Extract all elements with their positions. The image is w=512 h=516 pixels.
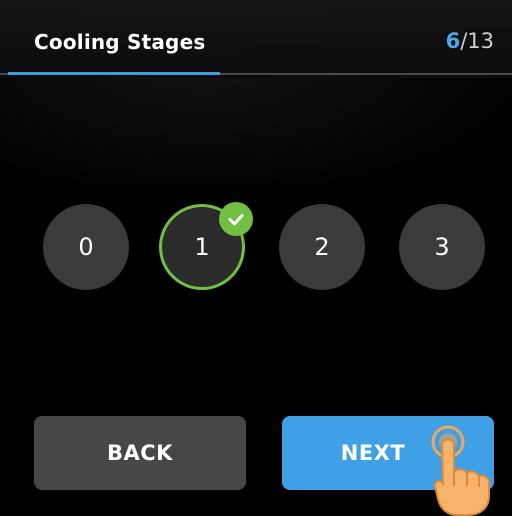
stage-option-label: 3 [434, 233, 450, 261]
tap-hand-icon [426, 424, 506, 516]
check-icon [219, 202, 253, 236]
stage-option-3[interactable]: 3 [399, 204, 485, 290]
stage-option-0[interactable]: 0 [43, 204, 129, 290]
thermostat-screen: Cooling Stages 6/13 0 1 2 3 BACK NEXT [0, 0, 512, 516]
next-button-label: NEXT [340, 441, 406, 465]
stage-option-2[interactable]: 2 [279, 204, 365, 290]
stage-option-label: 1 [194, 233, 210, 261]
back-button[interactable]: BACK [34, 416, 246, 490]
stage-option-label: 2 [314, 233, 330, 261]
stage-option-label: 0 [78, 233, 94, 261]
